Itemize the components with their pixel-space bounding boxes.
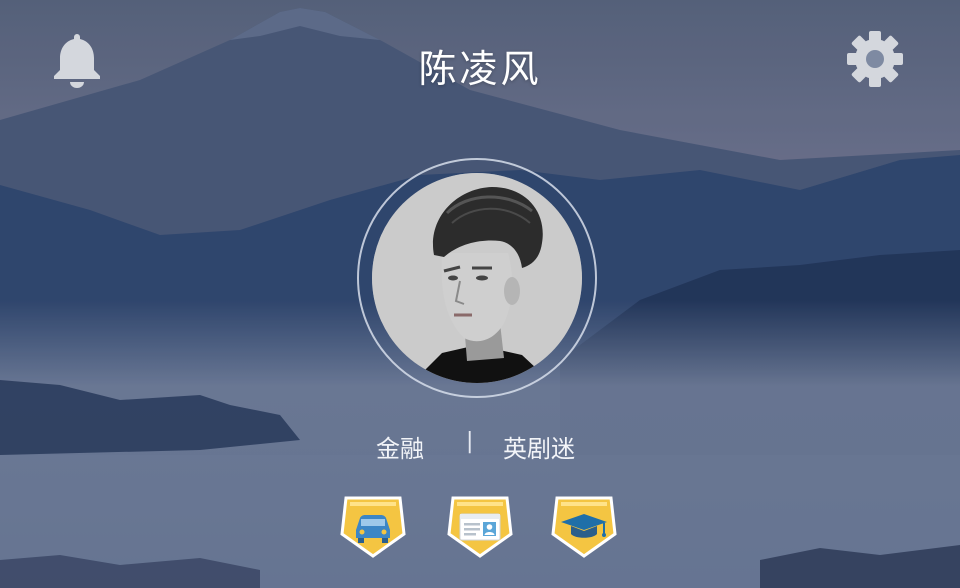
user-portrait: [372, 173, 582, 383]
profile-header: 陈凌风: [0, 0, 960, 130]
car-icon: [340, 496, 406, 558]
profile-tags: 金融 | 英剧迷: [0, 429, 960, 465]
id-card-icon: [447, 496, 513, 558]
tag-separator: |: [466, 429, 474, 454]
education-badge[interactable]: [549, 490, 619, 560]
tag-finance: 金融: [376, 435, 424, 463]
gear-icon: [847, 31, 903, 87]
id-card-badge[interactable]: [445, 490, 515, 560]
car-badge[interactable]: [338, 490, 408, 560]
graduation-cap-icon: [551, 496, 617, 558]
settings-button[interactable]: [843, 27, 907, 91]
page-title: 陈凌风: [418, 47, 542, 91]
tag-british-drama-fan: 英剧迷: [503, 435, 575, 463]
avatar[interactable]: [372, 173, 582, 383]
